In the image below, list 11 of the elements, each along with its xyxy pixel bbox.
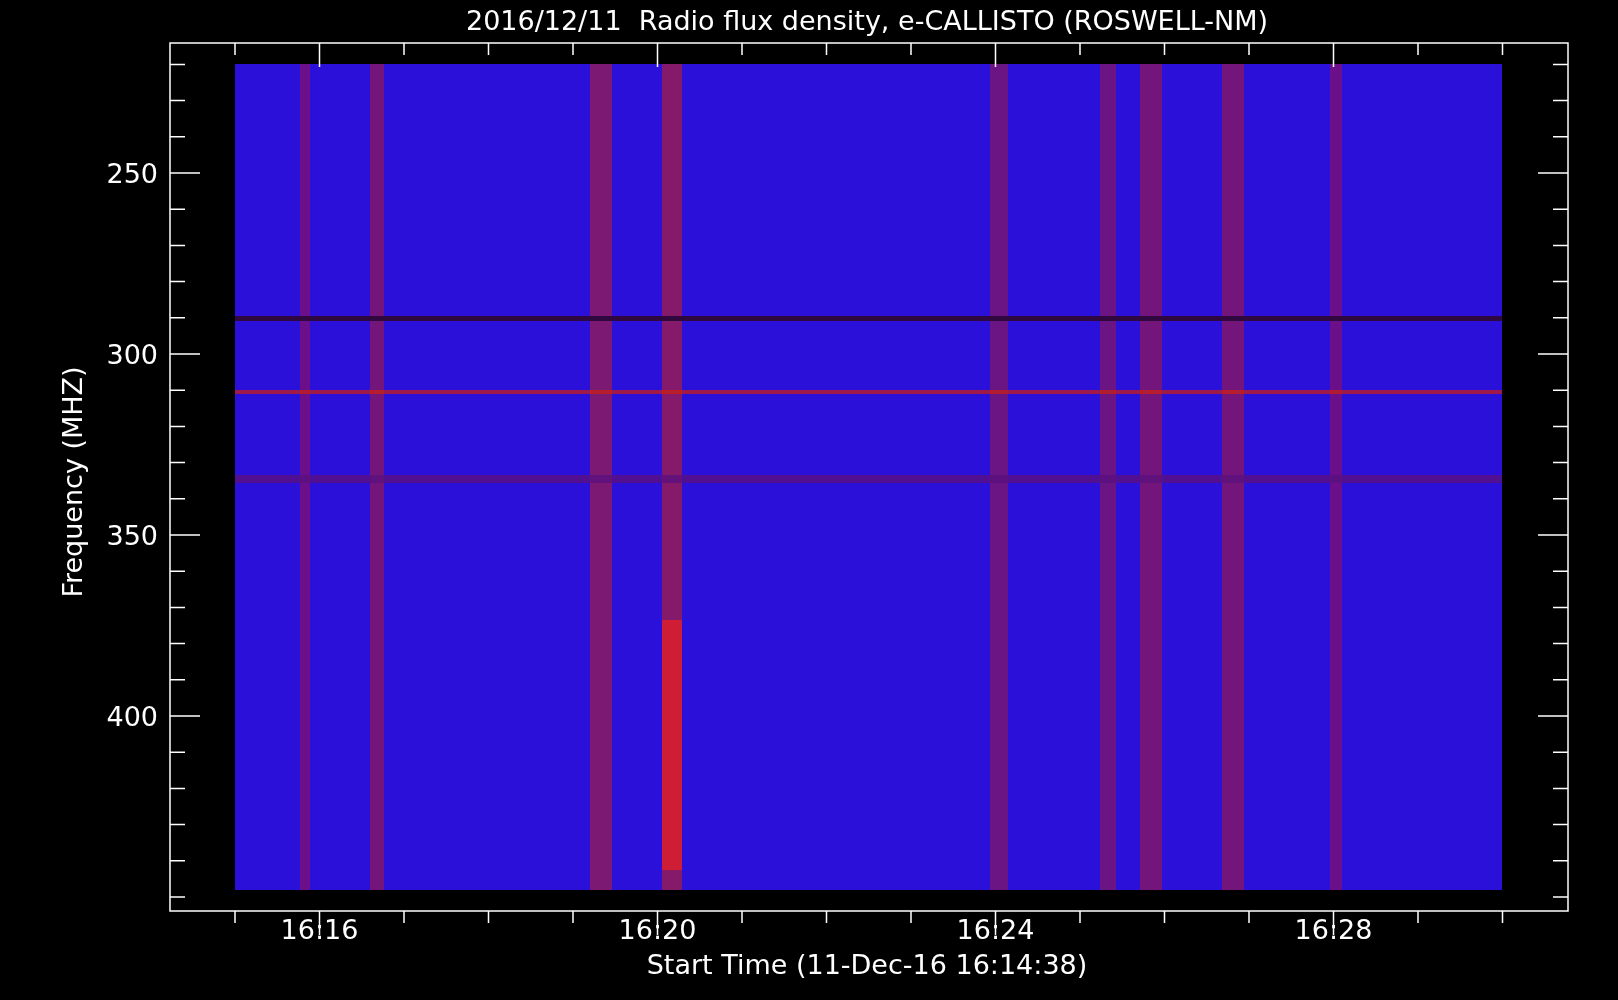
x-tick-label: 16:28: [1294, 914, 1373, 945]
x-axis-label: Start Time (11-Dec-16 16:14:38): [646, 949, 1088, 980]
y-tick-label: 400: [106, 701, 158, 732]
y-tick-label: 350: [106, 520, 158, 551]
y-tick-label: 300: [106, 339, 158, 370]
x-tick-label: 16:16: [280, 914, 359, 945]
chart-title: 2016/12/11 Radio flux density, e-CALLISTO (ROSWELL-NM): [465, 5, 1269, 36]
x-tick-label: 16:24: [956, 914, 1035, 945]
y-tick-label: 250: [106, 158, 158, 189]
y-axis-label: Frequency (MHZ): [57, 366, 88, 598]
x-tick-label: 16:20: [618, 914, 697, 945]
